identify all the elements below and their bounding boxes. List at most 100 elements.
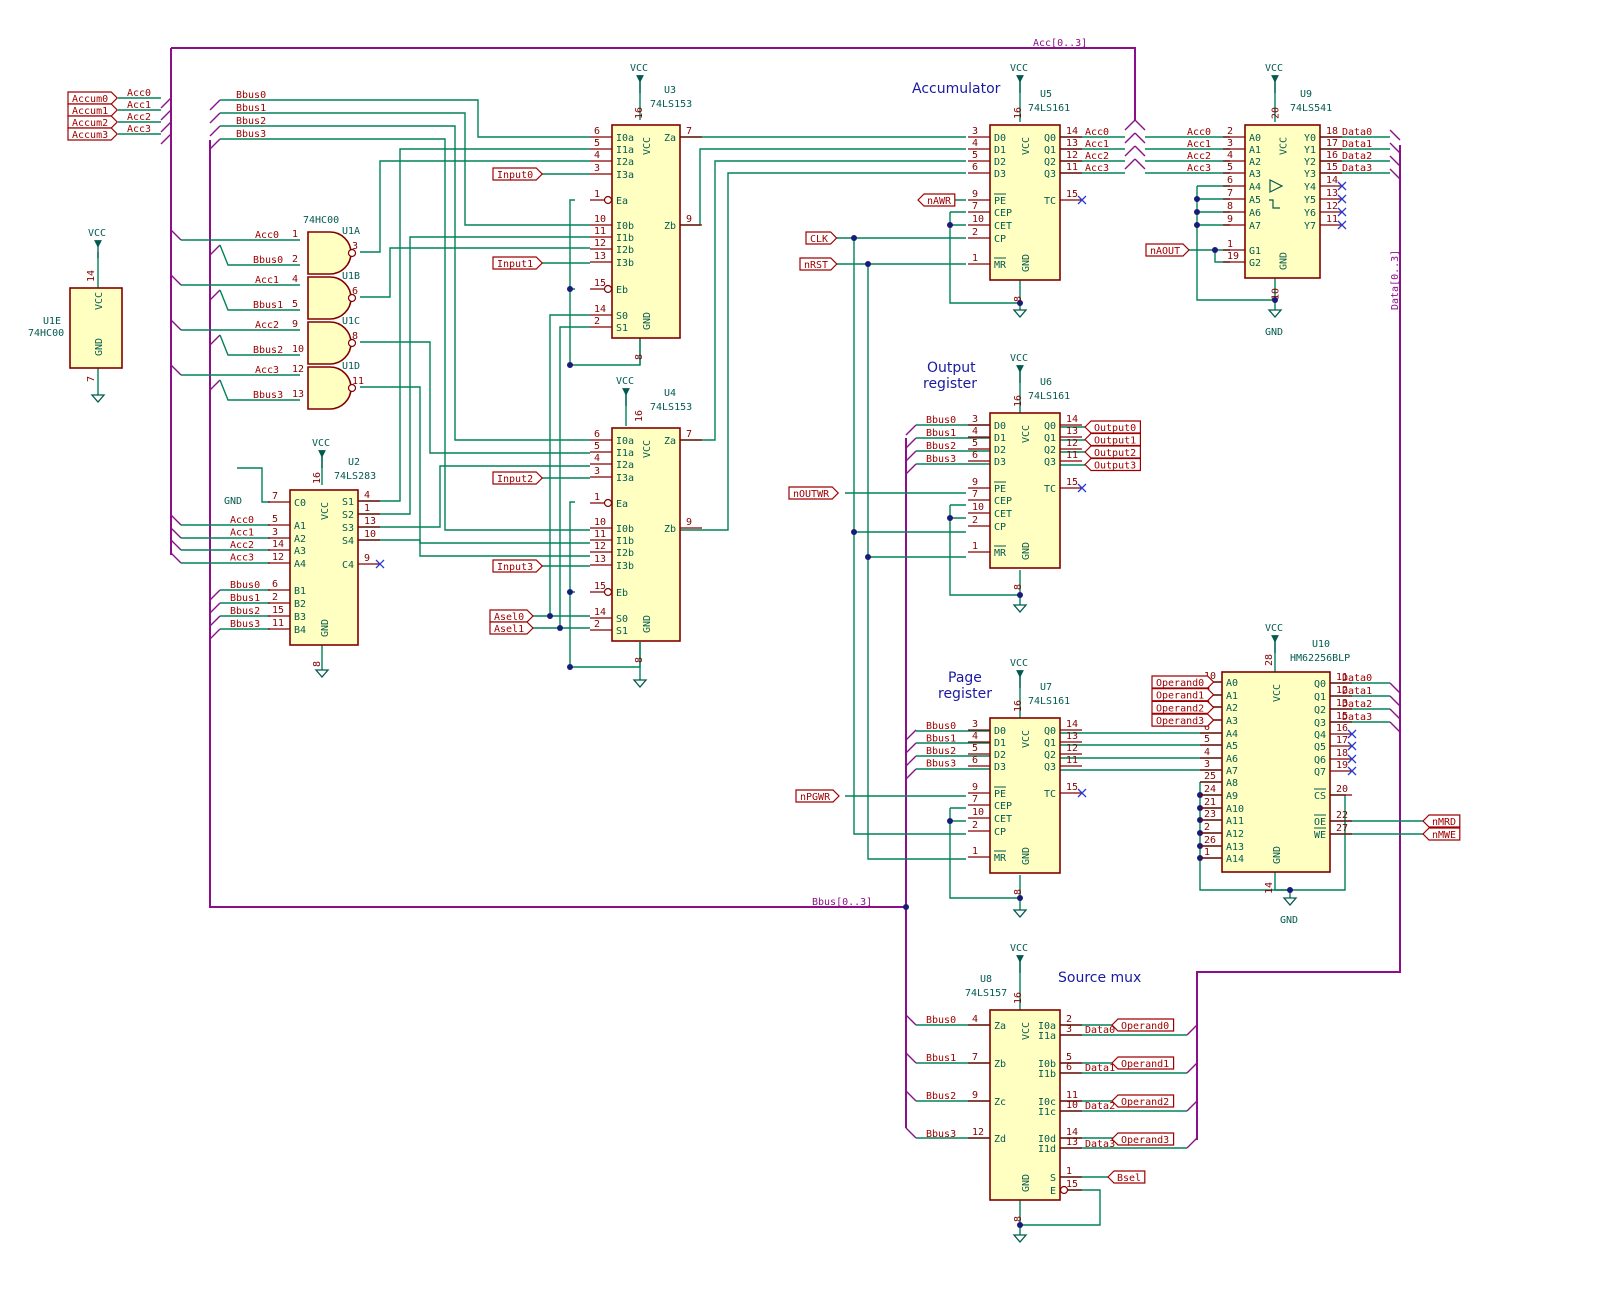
u10-ram[interactable]: A010A19A28A37A46A55A64A73A825A924A1021A1… xyxy=(1200,639,1357,894)
pin-label: TC xyxy=(1044,789,1056,800)
pin-label: D3 xyxy=(994,169,1006,180)
pin-number: 11 xyxy=(352,376,364,387)
accum-label[interactable]: Accum0 xyxy=(67,91,119,105)
net-label: Data0 xyxy=(1085,1025,1115,1036)
accum-label[interactable]: Accum2 xyxy=(67,115,119,129)
operand-label[interactable]: Operand2 xyxy=(1151,700,1215,714)
output-label[interactable]: Output3 xyxy=(1084,457,1141,472)
output-label[interactable]: Output0 xyxy=(1084,420,1141,434)
operand-label[interactable]: Operand1 xyxy=(1111,1056,1175,1070)
nand-body xyxy=(307,231,352,275)
output-label[interactable]: Output1 xyxy=(1084,432,1141,447)
pin-label: A14 xyxy=(1226,854,1244,865)
pin-number: 5 xyxy=(292,299,298,310)
pin-label: GND xyxy=(1279,252,1290,270)
pin-label: Y0 xyxy=(1304,133,1316,144)
u6-output-register[interactable]: D0 3 D1 4 D2 5 D3 6 PE 9 CEP 7 CET 10 CP 2 MR 1 Q0 14 Q1 13 Q2… xyxy=(968,377,1087,590)
pin-label: CEP xyxy=(994,208,1012,219)
pin-number: 11 xyxy=(272,618,284,629)
asel1-label[interactable]: Asel1 xyxy=(489,621,534,635)
nand-gate[interactable]: 4 5 6 U1B xyxy=(292,271,360,320)
u9-buffer[interactable]: A0 2 A1 3 A2 4 A3 5 A4 6 A5 7 A6 8 A7 9 G1 1 G2 19 Y0 18 Y1 17 Y… xyxy=(1223,89,1347,300)
nand-gate[interactable]: 12 13 11 U1D xyxy=(292,361,364,410)
u4-mux[interactable]: I0a 6 I1a 5 I2a 4 I3a 3 Ea 1 I0b 10 I1b 11 I2b 12 I3b 13 E… xyxy=(590,388,702,663)
pin-label: A2 xyxy=(294,534,306,545)
bsel-label[interactable]: Bsel xyxy=(1107,1170,1146,1184)
pin-label: Y5 xyxy=(1304,195,1316,206)
operand-label[interactable]: Operand0 xyxy=(1151,675,1215,689)
nmrd-label[interactable]: nMRD xyxy=(1422,814,1461,828)
pin-label: D1 xyxy=(994,145,1006,156)
vcc-symbol: VCC xyxy=(88,228,106,258)
pin-number: 6 xyxy=(594,429,600,440)
vcc-symbol: VCC xyxy=(1010,658,1028,688)
pin-label: S0 xyxy=(616,311,628,322)
ground-icon xyxy=(632,679,648,688)
pin-number: 15 xyxy=(1326,162,1338,173)
u7-page-register[interactable]: D0 3 D1 4 D2 5 D3 6 PE 9 CEP 7 CET 10 CP 2 MR 1 Q0 14 Q1 13 Q2… xyxy=(968,682,1087,895)
u5-accumulator[interactable]: D0 3 D1 4 D2 5 D3 6 PE 9 CEP 7 CET 10 CP 2 MR 1 Q0 14 Q1 13 Q2… xyxy=(968,89,1087,302)
pin-number: 12 xyxy=(1066,150,1078,161)
output-label[interactable]: Output2 xyxy=(1084,445,1141,459)
noutwr-label[interactable]: nOUTWR xyxy=(788,486,840,500)
pin-label: I0b xyxy=(616,221,634,232)
input-label[interactable]: Input2 xyxy=(492,471,544,485)
operand-label[interactable]: Operand3 xyxy=(1151,713,1215,727)
pin-number: 19 xyxy=(1336,760,1348,771)
npgwr-label[interactable]: nPGWR xyxy=(795,789,840,803)
pin-number: 2 xyxy=(1204,822,1210,833)
u8-source-mux[interactable]: Za4Zb7Zc9Zd12I0a2I1a3I0b5I1b6I0c11I1c10I… xyxy=(965,974,1082,1222)
input-label[interactable]: Input1 xyxy=(492,256,544,270)
pin-number: 11 xyxy=(1066,755,1078,766)
operand-label[interactable]: Operand1 xyxy=(1151,688,1215,702)
label-text: Operand2 xyxy=(1121,1097,1169,1108)
nand-gate[interactable]: 9 10 8 U1C xyxy=(292,316,360,365)
asel0-label[interactable]: Asel0 xyxy=(489,609,534,623)
pin-number: 9 xyxy=(972,477,978,488)
net-label: Data2 xyxy=(1085,1101,1115,1112)
pin-label: Y2 xyxy=(1304,157,1316,168)
label-text: Operand1 xyxy=(1156,691,1204,702)
label-text: nAOUT xyxy=(1150,246,1180,257)
data-bus xyxy=(1196,145,1401,1140)
nawr-label[interactable]: nAWR xyxy=(917,193,956,207)
accum-label[interactable]: Accum1 xyxy=(67,103,119,117)
operand-label[interactable]: Operand2 xyxy=(1111,1094,1175,1108)
pin-number: 3 xyxy=(594,163,600,174)
net-label: Bbus2 xyxy=(926,746,956,757)
ground-icon xyxy=(314,669,330,678)
u1e-power-unit[interactable]: U1E 74HC00 VCC GND 14 7 xyxy=(28,270,123,382)
pin-number: 12 xyxy=(594,541,606,552)
pin-number: 2 xyxy=(972,820,978,831)
nrst-label[interactable]: nRST xyxy=(799,257,838,271)
operand-label[interactable]: Operand0 xyxy=(1111,1018,1175,1032)
nand-body xyxy=(307,276,352,320)
pin-label: Q7 xyxy=(1314,767,1326,778)
u1-nand-gates[interactable]: 74HC00 123U1A456U1B9108U1C121311U1D xyxy=(292,215,364,410)
pin-label: I2a xyxy=(616,157,634,168)
pin-label: I1a xyxy=(616,448,634,459)
input-label[interactable]: Input0 xyxy=(492,167,544,181)
u2-adder[interactable]: C0 7 A1 5 A2 3 A3 14 A4 12 B1 6 B2 2 B3 15 B4 11 S1 4 S2 1 S3 1… xyxy=(268,457,385,667)
nand-gate[interactable]: 1 2 3 U1A xyxy=(292,226,360,275)
pin-label: D2 xyxy=(994,445,1006,456)
pin-label: Q0 xyxy=(1314,679,1326,690)
u3-mux[interactable]: I0a 6 I1a 5 I2a 4 I3a 3 Ea 1 I0b 10 I1b 11 I2b 12 I3b 13 E… xyxy=(590,85,702,360)
nmwe-label[interactable]: nMWE xyxy=(1422,827,1461,841)
net-label: Acc2 xyxy=(255,320,279,331)
clk-label[interactable]: CLK xyxy=(805,231,838,245)
pin-number: 10 xyxy=(1066,1100,1078,1111)
pin-number: 13 xyxy=(292,389,304,400)
vcc-text: VCC xyxy=(1010,943,1028,954)
pin-number: 3 xyxy=(594,466,600,477)
net-label: Bbus0 xyxy=(926,415,956,426)
operand-label[interactable]: Operand3 xyxy=(1111,1132,1175,1146)
net-label: Data0 xyxy=(1342,127,1372,138)
input-label[interactable]: Input3 xyxy=(492,559,544,573)
vcc-text: VCC xyxy=(1010,353,1028,364)
accum-label[interactable]: Accum3 xyxy=(67,127,119,141)
naout-label[interactable]: nAOUT xyxy=(1145,243,1190,257)
data-bus-label: Data[0..3] xyxy=(1390,250,1401,310)
pin-number: 18 xyxy=(1326,126,1338,137)
pin-label: A3 xyxy=(1226,716,1238,727)
